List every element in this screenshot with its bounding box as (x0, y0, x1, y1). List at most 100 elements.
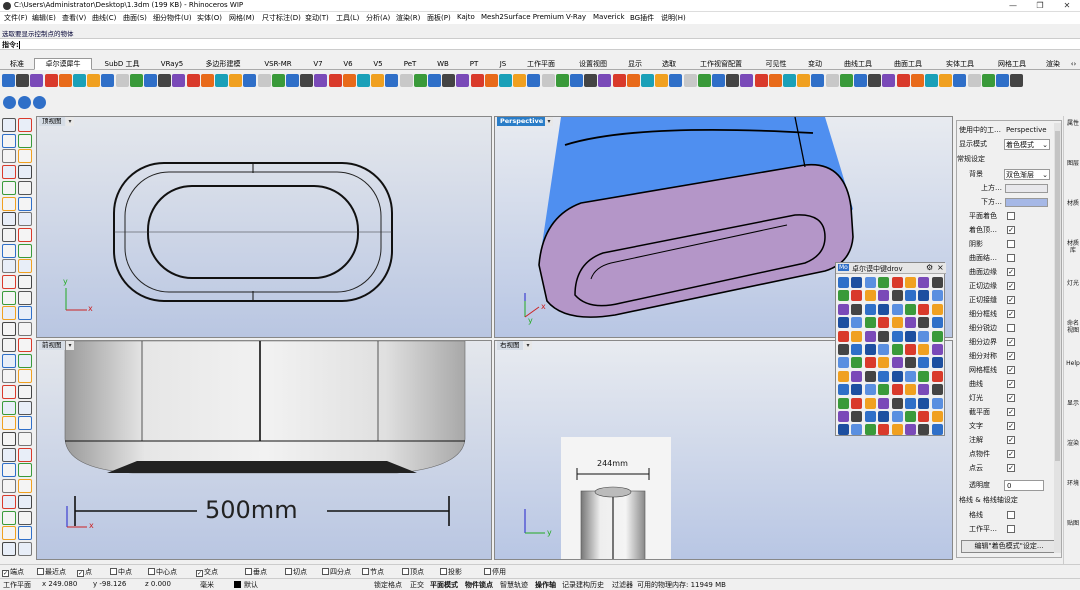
float-tool-icon[interactable] (891, 357, 903, 369)
tab-select[interactable]: 选取 (654, 58, 684, 70)
right-tab[interactable]: 渲染 (1066, 440, 1080, 447)
float-tool-icon[interactable] (918, 344, 930, 355)
float-tool-icon[interactable] (905, 397, 916, 409)
viewport-right-menu[interactable]: ▾ (524, 341, 532, 350)
float-tool-icon[interactable] (905, 370, 916, 382)
osnap-checkbox[interactable] (245, 568, 252, 575)
menu-solid[interactable]: 实体(O) (197, 13, 222, 23)
left-tool-icon[interactable] (18, 432, 32, 446)
toolbar-tool-icon[interactable] (612, 74, 626, 87)
osnap-checkbox[interactable] (285, 568, 292, 575)
panel-scrollbar[interactable] (1054, 123, 1061, 553)
right-tab[interactable]: 材质 (1066, 200, 1080, 207)
float-tool-icon[interactable] (931, 397, 943, 409)
tab-solid-tools[interactable]: 实体工具 (938, 58, 982, 70)
right-tab[interactable]: 图层 (1066, 160, 1080, 167)
float-tool-icon[interactable] (851, 303, 863, 315)
right-tab[interactable]: 环境 (1066, 480, 1080, 487)
mode-grid-snap[interactable]: 锁定格点 (374, 580, 402, 590)
toolbar-tool-icon[interactable] (328, 74, 342, 87)
float-tool-icon[interactable] (864, 411, 876, 422)
toolbar-tool-icon[interactable] (811, 74, 825, 87)
toolbar-tool-icon[interactable] (641, 74, 654, 87)
display-option-checkbox[interactable]: ✓ (1007, 436, 1015, 444)
float-tool-icon[interactable] (878, 384, 890, 396)
toolbar-tool-icon[interactable] (200, 74, 214, 87)
display-option-checkbox[interactable]: ✓ (1007, 450, 1015, 458)
toolbar-tool-icon[interactable] (385, 74, 399, 87)
toolbar-tool-icon[interactable] (854, 74, 867, 87)
float-tool-icon[interactable] (851, 290, 863, 302)
osnap-checkbox[interactable] (402, 568, 409, 575)
left-tool-icon[interactable] (2, 149, 16, 164)
toolbar-tool-icon[interactable] (271, 74, 285, 87)
float-tool-icon[interactable] (905, 411, 916, 422)
osnap-option[interactable]: 停用 (484, 567, 506, 577)
float-tool-icon[interactable] (838, 344, 849, 355)
menu-analyze[interactable]: 分析(A) (366, 13, 390, 23)
menu-curve[interactable]: 曲线(C) (92, 13, 116, 23)
float-tool-icon[interactable] (891, 424, 903, 436)
tab-vsr-mr[interactable]: VSR-MR (254, 58, 302, 70)
toolbar-tool-icon[interactable] (598, 74, 612, 87)
float-tool-icon[interactable] (905, 277, 916, 288)
floating-toolbar-title-bar[interactable]: Mo 卓尔谟中键drov ⚙ × (836, 263, 946, 274)
float-tool-icon[interactable] (891, 384, 903, 396)
toolbar-tool-icon[interactable] (1010, 74, 1024, 87)
left-tool-icon[interactable] (18, 369, 32, 384)
float-tool-icon[interactable] (905, 357, 916, 369)
osnap-checkbox[interactable] (440, 568, 447, 575)
tab-render[interactable]: 渲染 (1040, 58, 1066, 70)
left-tool-icon[interactable] (18, 243, 32, 258)
left-tool-icon[interactable] (18, 275, 32, 289)
left-tool-icon[interactable] (2, 118, 16, 132)
float-tool-icon[interactable] (891, 303, 903, 315)
panel-scrollbar-thumb[interactable] (1055, 131, 1060, 461)
minimize-button[interactable]: — (1000, 0, 1026, 12)
display-mode-select[interactable]: 着色模式 ⌄ (1004, 139, 1050, 150)
float-tool-icon[interactable] (851, 370, 863, 382)
left-tool-icon[interactable] (18, 118, 32, 132)
left-tool-icon[interactable] (18, 180, 32, 195)
float-tool-icon[interactable] (918, 330, 930, 342)
float-tool-icon[interactable] (838, 370, 849, 382)
tab-scroll-arrows[interactable]: ‹› (1068, 58, 1079, 70)
menu-vray[interactable]: V-Ray (566, 13, 586, 21)
float-tool-icon[interactable] (891, 290, 903, 302)
menu-panels[interactable]: 面板(P) (427, 13, 451, 23)
toolbar-tool-icon[interactable] (996, 74, 1009, 87)
float-tool-icon[interactable] (838, 277, 849, 288)
toolbar-tool-icon[interactable] (839, 74, 853, 87)
osnap-checkbox[interactable] (484, 568, 491, 575)
tab-pt[interactable]: PT (460, 58, 488, 70)
gumball-align-icon[interactable] (18, 96, 31, 109)
osnap-option[interactable]: 节点 (362, 567, 384, 577)
menu-dimension[interactable]: 尺寸标注(D) (262, 13, 301, 23)
menu-help[interactable]: 说明(H) (661, 13, 686, 23)
float-tool-icon[interactable] (891, 411, 903, 422)
display-option-checkbox[interactable] (1007, 240, 1015, 248)
float-tool-icon[interactable] (878, 424, 890, 436)
tab-vray5[interactable]: VRay5 (152, 58, 192, 70)
float-tool-icon[interactable] (838, 330, 849, 342)
float-tool-icon[interactable] (864, 290, 876, 302)
menu-render[interactable]: 渲染(R) (396, 13, 420, 23)
right-tab[interactable]: 灯光 (1066, 280, 1080, 287)
float-tool-icon[interactable] (878, 411, 890, 422)
toolbar-tool-icon[interactable] (939, 74, 953, 87)
toolbar-tool-icon[interactable] (896, 74, 910, 87)
mode-filter[interactable]: 过滤器 (612, 580, 633, 590)
display-option-checkbox[interactable]: ✓ (1007, 366, 1015, 374)
tab-pet[interactable]: PeT (394, 58, 426, 70)
tab-wb[interactable]: WB (428, 58, 458, 70)
left-tool-icon[interactable] (2, 432, 16, 446)
left-tool-icon[interactable] (2, 479, 16, 494)
top-color-swatch[interactable] (1005, 184, 1048, 193)
gumball-icon[interactable] (3, 96, 16, 109)
left-tool-icon[interactable] (18, 337, 32, 352)
toolbar-tool-icon[interactable] (300, 74, 314, 87)
left-tool-icon[interactable] (18, 290, 32, 305)
float-tool-icon[interactable] (931, 357, 943, 369)
menu-view[interactable]: 查看(V) (62, 13, 86, 23)
display-option-checkbox[interactable] (1007, 254, 1015, 262)
